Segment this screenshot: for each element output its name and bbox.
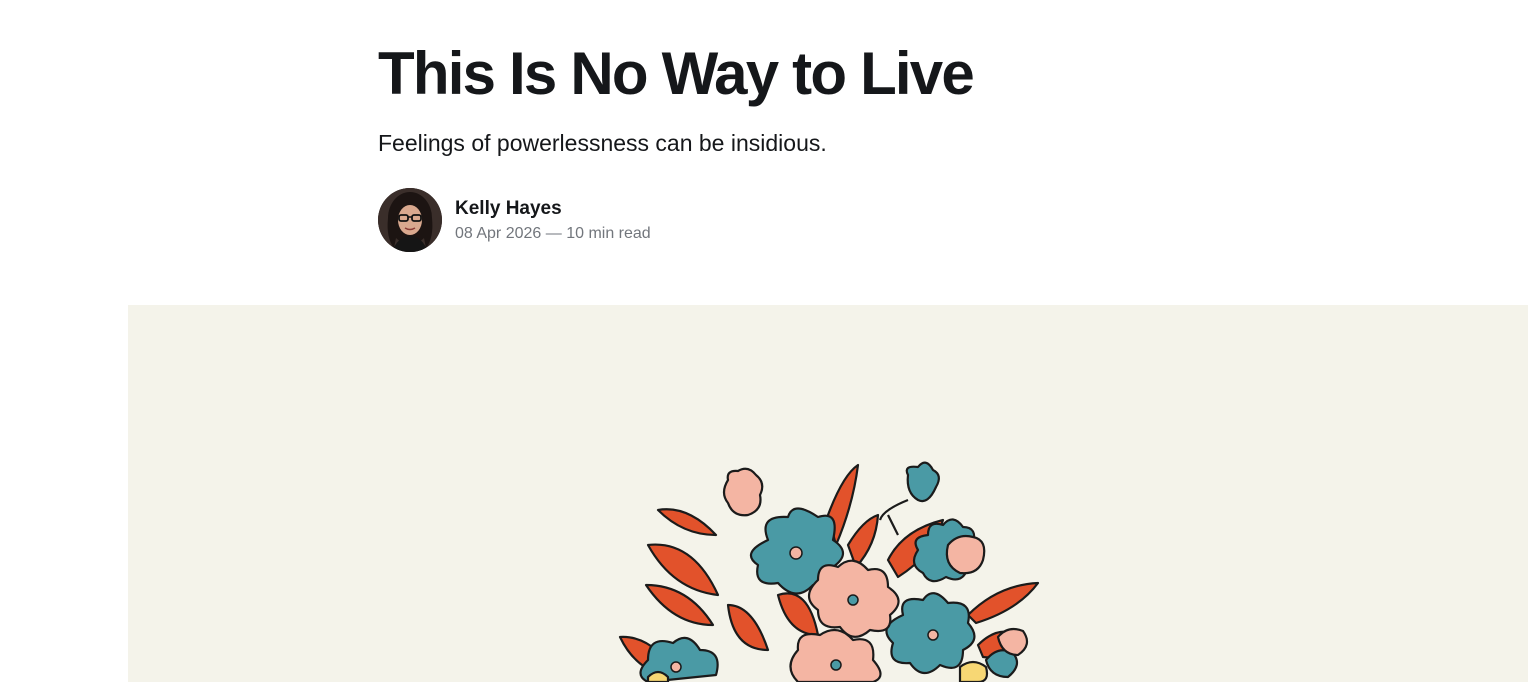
floral-bouquet-illustration-icon	[618, 461, 1040, 682]
byline: Kelly Hayes 08 Apr 2026 — 10 min read	[378, 188, 651, 252]
publish-date: 08 Apr 2026	[455, 224, 542, 242]
author-name-link[interactable]: Kelly Hayes	[455, 197, 651, 221]
meta-separator: —	[545, 224, 562, 242]
author-portrait-icon	[378, 188, 442, 252]
article-header: This Is No Way to Live Feelings of power…	[378, 38, 1278, 252]
feature-image	[128, 305, 1528, 682]
byline-meta: Kelly Hayes 08 Apr 2026 — 10 min read	[455, 197, 651, 244]
article-subtitle: Feelings of powerlessness can be insidio…	[378, 130, 827, 156]
publish-meta: 08 Apr 2026 — 10 min read	[455, 224, 651, 244]
read-time: 10 min read	[566, 224, 651, 242]
author-avatar[interactable]	[378, 188, 442, 252]
article-title: This Is No Way to Live	[378, 40, 975, 107]
